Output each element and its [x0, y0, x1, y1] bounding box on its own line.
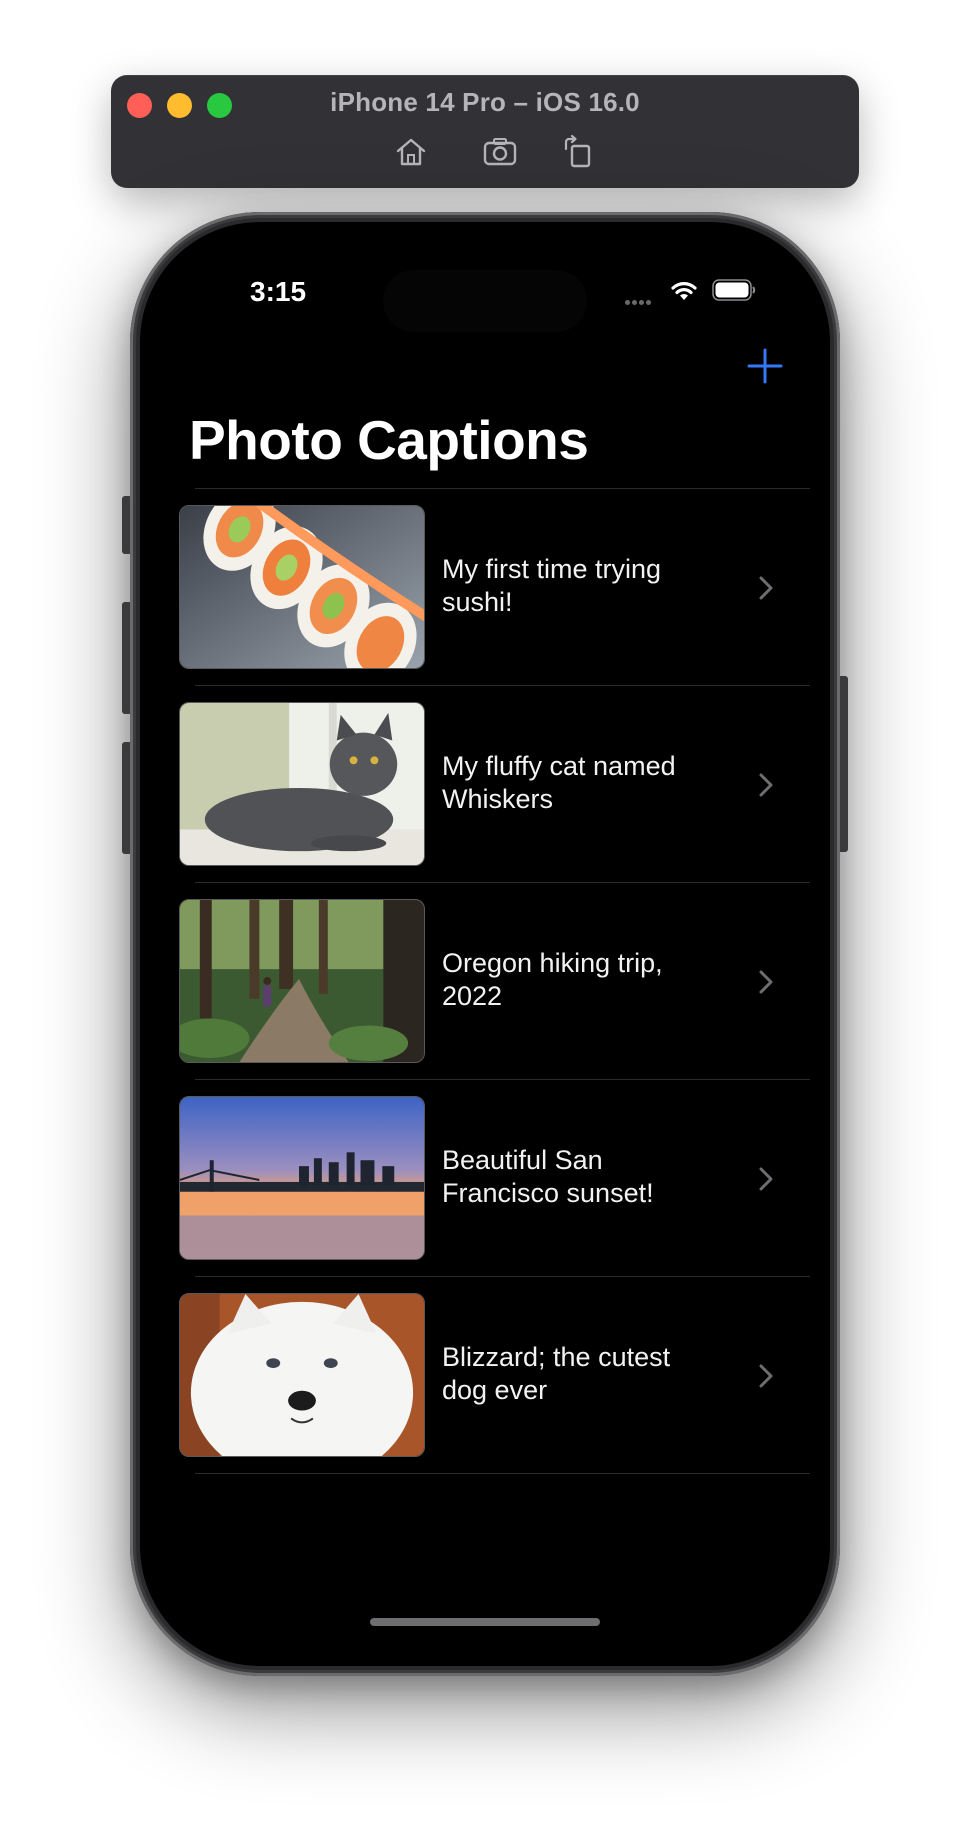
list-item[interactable]: Oregon hiking trip, 2022: [140, 883, 830, 1080]
battery-icon: [712, 279, 756, 301]
photo-caption: Blizzard; the cutest dog ever: [442, 1342, 671, 1405]
dynamic-island: [383, 270, 587, 332]
page-title: Photo Captions: [189, 409, 589, 471]
list-item[interactable]: My fluffy cat named Whiskers: [140, 686, 830, 883]
status-time: 3:15: [250, 276, 307, 307]
chevron-right-icon: [759, 1167, 773, 1191]
forest-trail-photo: [179, 899, 425, 1063]
simulator-titlebar: iPhone 14 Pro – iOS 16.0: [111, 75, 859, 188]
sunset-bridge-photo: [179, 1096, 425, 1260]
list-item[interactable]: Beautiful San Francisco sunset!: [140, 1080, 830, 1277]
signal-icon: [625, 292, 653, 310]
chevron-right-icon: [759, 970, 773, 994]
cat-photo: [179, 702, 425, 866]
home-indicator[interactable]: [370, 1618, 600, 1626]
wifi-icon: [669, 278, 699, 302]
list-item[interactable]: Blizzard; the cutest dog ever: [140, 1277, 830, 1474]
plus-icon: [747, 348, 783, 384]
photo-caption: Beautiful San Francisco sunset!: [442, 1145, 654, 1208]
photo-list: My first time trying sushi! My fluffy ca…: [140, 489, 830, 1474]
simulator-title: iPhone 14 Pro – iOS 16.0: [330, 87, 640, 117]
photo-caption: My first time trying sushi!: [442, 554, 662, 617]
phone-screen: 3:15 Photo Captions My first time trying…: [140, 222, 830, 1666]
chevron-right-icon: [759, 576, 773, 600]
chevron-right-icon: [759, 773, 773, 797]
chevron-right-icon: [759, 1364, 773, 1388]
white-dog-photo: [179, 1293, 425, 1457]
screenshot-icon[interactable]: [481, 133, 519, 171]
sushi-photo: [179, 505, 425, 669]
home-icon[interactable]: [392, 133, 430, 171]
rotate-icon[interactable]: [560, 133, 598, 171]
list-item[interactable]: My first time trying sushi!: [140, 489, 830, 686]
photo-caption: My fluffy cat named Whiskers: [442, 751, 676, 814]
photo-caption: Oregon hiking trip, 2022: [442, 948, 663, 1011]
divider: [195, 1473, 810, 1474]
add-button[interactable]: [743, 344, 787, 388]
